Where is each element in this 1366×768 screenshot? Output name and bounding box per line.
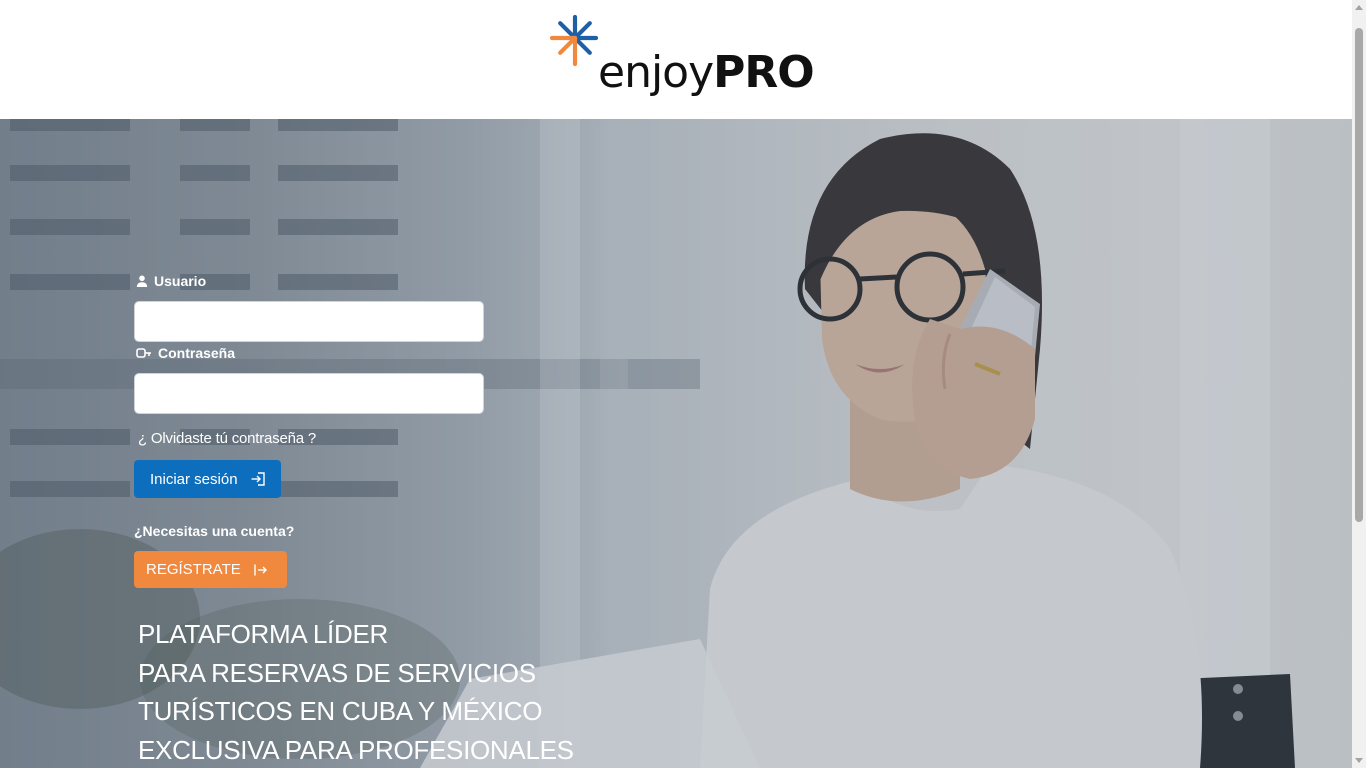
logo-word-enjoy: enjoy <box>598 47 714 98</box>
tagline-line-4: EXCLUSIVA PARA PROFESIONALES <box>138 734 574 765</box>
tagline-line-3: TURÍSTICOS EN CUBA Y MÉXICO <box>138 696 543 726</box>
username-input[interactable] <box>134 301 484 342</box>
tagline: PLATAFORMA LÍDER PARA RESERVAS DE SERVIC… <box>138 615 574 768</box>
key-icon <box>136 348 151 358</box>
logo-wordmark: enjoyPRO <box>598 47 815 98</box>
forgot-password-link[interactable]: ¿ Olvidaste tú contraseña ? <box>138 430 316 447</box>
vertical-scrollbar[interactable] <box>1352 0 1366 768</box>
logo-word-pro: PRO <box>713 47 815 98</box>
password-input[interactable] <box>134 373 484 414</box>
enjoypro-logo[interactable]: enjoyPRO <box>548 14 815 100</box>
site-header: enjoyPRO <box>0 0 1352 119</box>
password-label: Contraseña <box>136 344 235 362</box>
scroll-up-arrow-icon[interactable] <box>1355 5 1363 10</box>
hero-section: Usuario Contraseña ¿ Olvidaste tú contra… <box>0 119 1352 768</box>
tagline-line-2: PARA RESERVAS DE SERVICIOS <box>138 657 536 688</box>
scrollbar-thumb[interactable] <box>1355 28 1363 522</box>
username-label: Usuario <box>136 272 206 290</box>
password-label-text: Contraseña <box>158 345 236 361</box>
login-button-label: Iniciar sesión <box>150 470 238 488</box>
register-button[interactable]: Regístrate <box>134 551 287 588</box>
scroll-down-arrow-icon[interactable] <box>1355 758 1363 763</box>
user-icon <box>136 275 148 287</box>
brand-star-icon <box>549 14 599 67</box>
need-account-text: ¿Necesitas una cuenta? <box>134 523 295 539</box>
arrow-right-bar-icon <box>254 564 267 575</box>
username-label-text: Usuario <box>154 273 207 289</box>
tagline-line-1: PLATAFORMA LÍDER <box>138 619 388 649</box>
sign-in-icon <box>251 472 265 486</box>
register-button-label: Regístrate <box>146 561 241 578</box>
login-button[interactable]: Iniciar sesión <box>134 460 281 498</box>
